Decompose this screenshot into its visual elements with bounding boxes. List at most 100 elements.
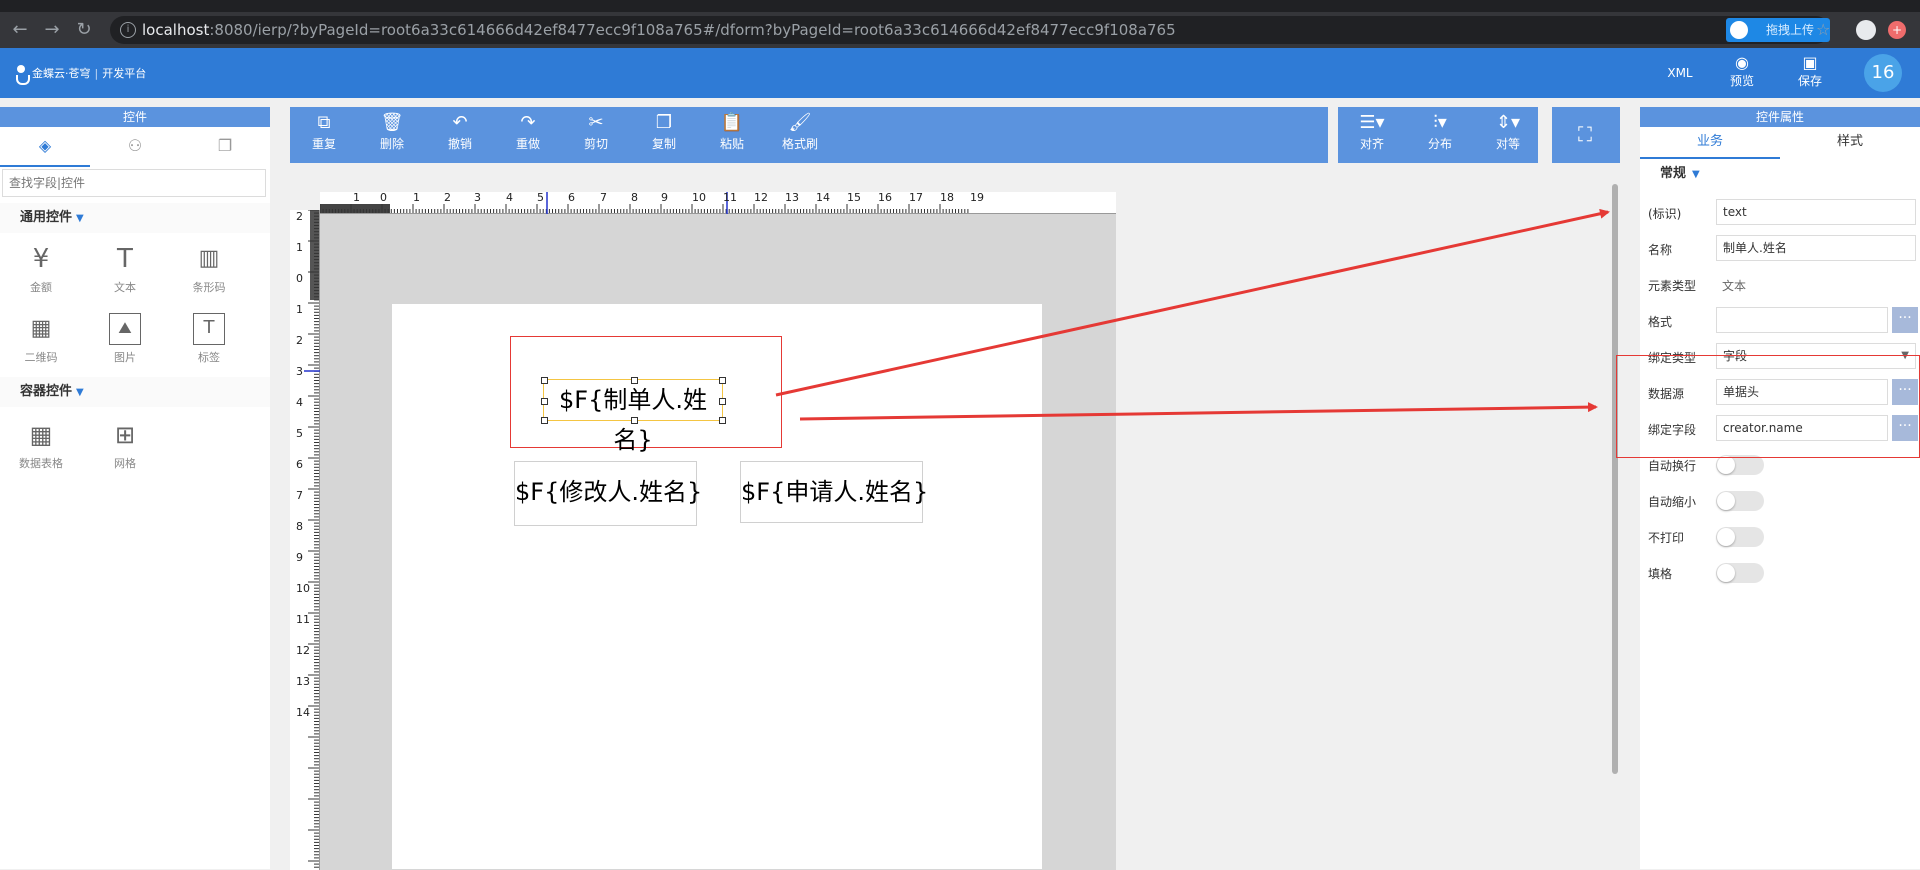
hruler-label: 14 bbox=[816, 191, 830, 204]
control-label: 标签 bbox=[198, 351, 220, 364]
control-qrcode[interactable]: ▦ 二维码 bbox=[6, 307, 76, 369]
canvas-scrollbar[interactable] bbox=[1612, 184, 1618, 774]
align-button[interactable]: ☰▾ 对齐 bbox=[1342, 111, 1402, 159]
hruler-label: 3 bbox=[474, 191, 481, 204]
name-input[interactable]: 制单人.姓名 bbox=[1716, 235, 1916, 261]
control-amount[interactable]: ¥ 金额 bbox=[6, 237, 76, 299]
grid-icon: ⊞ bbox=[114, 421, 136, 449]
container-controls-header[interactable]: 容器控件 ▼ bbox=[0, 377, 270, 407]
redo-button[interactable]: ↷ 重做 bbox=[498, 111, 558, 159]
vruler-label: 5 bbox=[296, 427, 303, 440]
resize-handle[interactable] bbox=[719, 398, 726, 405]
equal-size-icon: ⇕▾ bbox=[1495, 112, 1521, 133]
auto-shrink-toggle[interactable] bbox=[1716, 491, 1764, 511]
toolbar-label: 分布 bbox=[1427, 137, 1452, 151]
paste-button[interactable]: 📋 粘贴 bbox=[702, 111, 762, 159]
prop-label: 名称 bbox=[1648, 243, 1673, 257]
field-modifier-name[interactable]: $F{修改人.姓名} bbox=[514, 461, 702, 526]
control-barcode[interactable]: ▥ 条形码 bbox=[174, 237, 244, 299]
format-painter-button[interactable]: 🖌 格式刷 bbox=[770, 111, 830, 159]
label-icon: T bbox=[193, 313, 225, 345]
vruler-label: 3 bbox=[296, 365, 303, 378]
tab-windows[interactable]: ❐ bbox=[180, 127, 270, 167]
toolbar-label: 复制 bbox=[651, 137, 676, 151]
format-input[interactable] bbox=[1716, 307, 1888, 333]
common-controls-header[interactable]: 通用控件 ▼ bbox=[0, 203, 270, 233]
distribute-button[interactable]: ⫶▾ 分布 bbox=[1410, 111, 1470, 159]
fullscreen-toolbar: ⛶ bbox=[1552, 107, 1620, 163]
undo-button[interactable]: ↶ 撤销 bbox=[430, 111, 490, 159]
tree-icon: ⚇ bbox=[127, 136, 143, 155]
control-text[interactable]: T 文本 bbox=[90, 237, 160, 299]
browser-address-bar: ← → ↻ i localhost:8080/ierp/?byPageId=ro… bbox=[0, 12, 1920, 48]
hruler-label: 4 bbox=[506, 191, 513, 204]
hruler-label: 19 bbox=[970, 191, 984, 204]
xml-button[interactable]: XML bbox=[1660, 54, 1700, 92]
caret-down-icon: ▼ bbox=[76, 213, 84, 224]
no-print-toggle[interactable] bbox=[1716, 527, 1764, 547]
save-button[interactable]: ▣ 保存 bbox=[1790, 54, 1830, 92]
toggle-knob bbox=[1717, 528, 1735, 546]
distribute-icon: ⫶▾ bbox=[1433, 112, 1447, 133]
avatar[interactable]: 16 bbox=[1864, 54, 1902, 92]
paste-icon: 📋 bbox=[720, 112, 744, 133]
hruler-label: 2 bbox=[444, 191, 451, 204]
print-paper[interactable]: $F{制单人.姓名} $F{修改人.姓名} $F{申请人.姓名} bbox=[392, 304, 1042, 869]
control-grid[interactable]: ⊞ 网格 bbox=[90, 413, 160, 475]
control-label[interactable]: T 标签 bbox=[174, 307, 244, 369]
url-input[interactable]: i localhost:8080/ierp/?byPageId=root6a33… bbox=[110, 16, 1830, 44]
resize-handle[interactable] bbox=[541, 377, 548, 384]
id-input[interactable]: text bbox=[1716, 199, 1916, 225]
tab-business[interactable]: 业务 bbox=[1640, 127, 1780, 159]
horizontal-ruler: 1 0 1 2 3 4 5 6 7 8 9 10 11 12 13 14 15 16 17 18 19 bbox=[320, 191, 1116, 214]
extension-icon[interactable]: + bbox=[1888, 21, 1906, 39]
tab-tree[interactable]: ⚇ bbox=[90, 127, 180, 167]
copy-button[interactable]: ❐ 复制 bbox=[634, 111, 694, 159]
delete-button[interactable]: 🗑 删除 bbox=[362, 111, 422, 159]
general-group-header[interactable]: 常规 ▼ bbox=[1640, 159, 1920, 189]
toolbar-label: 删除 bbox=[379, 137, 404, 151]
hruler-label: 1 bbox=[413, 191, 420, 204]
resize-handle[interactable] bbox=[541, 398, 548, 405]
profile-icon[interactable] bbox=[1856, 20, 1876, 40]
auto-wrap-toggle[interactable] bbox=[1716, 455, 1764, 475]
align-left-icon: ☰▾ bbox=[1359, 112, 1385, 133]
equalize-button[interactable]: ⇕▾ 对等 bbox=[1478, 111, 1538, 159]
control-image[interactable]: ⛰ 图片 bbox=[90, 307, 160, 369]
toolbar-label: 重复 bbox=[311, 137, 336, 151]
layers-icon: ◈ bbox=[38, 136, 52, 155]
back-icon[interactable]: ← bbox=[10, 20, 30, 40]
preview-button[interactable]: ◉ 预览 bbox=[1722, 54, 1762, 92]
resize-handle[interactable] bbox=[719, 417, 726, 424]
fullscreen-button[interactable]: ⛶ bbox=[1572, 121, 1598, 147]
xml-label: XML bbox=[1667, 66, 1693, 80]
duplicate-button[interactable]: ⧉ 重复 bbox=[294, 111, 354, 159]
format-ellipsis-button[interactable]: ··· bbox=[1892, 307, 1918, 333]
site-info-icon[interactable]: i bbox=[120, 22, 136, 38]
hruler-label: 15 bbox=[847, 191, 861, 204]
resize-handle[interactable] bbox=[631, 377, 638, 384]
resize-handle[interactable] bbox=[719, 377, 726, 384]
bookmark-star-icon[interactable]: ☆ bbox=[1816, 20, 1836, 40]
resize-handle[interactable] bbox=[631, 417, 638, 424]
control-data-table[interactable]: ▦ 数据表格 bbox=[6, 413, 76, 475]
resize-handle[interactable] bbox=[541, 417, 548, 424]
tab-style[interactable]: 样式 bbox=[1780, 127, 1920, 159]
barcode-icon: ▥ bbox=[198, 246, 220, 271]
upload-extension-button[interactable]: 拖拽上传 bbox=[1726, 18, 1830, 42]
prop-row-auto-shrink: 自动缩小 bbox=[1644, 485, 1916, 515]
control-label: 文本 bbox=[114, 281, 136, 294]
logo-brand: 金蝶云·苍穹 bbox=[32, 67, 91, 80]
logo-subtitle: 开发平台 bbox=[102, 67, 147, 80]
design-canvas: 1 0 1 2 3 4 5 6 7 8 9 10 11 12 13 14 15 16 17 18 19 21012345… bbox=[290, 183, 1618, 870]
field-applicant-name[interactable]: $F{申请人.姓名} bbox=[740, 461, 928, 523]
fill-toggle[interactable] bbox=[1716, 563, 1764, 583]
forward-icon[interactable]: → bbox=[42, 20, 62, 40]
vruler-label: 7 bbox=[296, 489, 303, 502]
reload-icon[interactable]: ↻ bbox=[74, 20, 94, 40]
vruler-label: 2 bbox=[296, 210, 303, 223]
cut-button[interactable]: ✂ 剪切 bbox=[566, 111, 626, 159]
tab-layers[interactable]: ◈ bbox=[0, 127, 90, 167]
field-creator-name[interactable]: $F{制单人.姓名} bbox=[541, 377, 726, 454]
control-search-input[interactable] bbox=[2, 169, 266, 197]
